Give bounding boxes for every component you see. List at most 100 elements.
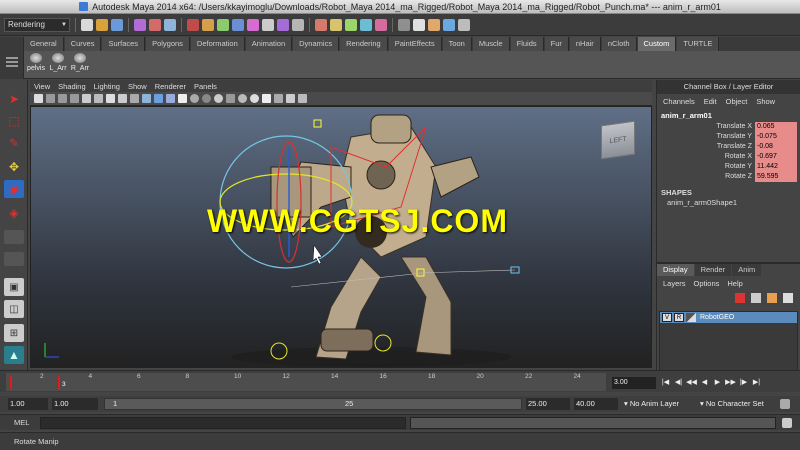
layer-color-swatch[interactable]: [686, 313, 696, 322]
select-hierarchy-icon[interactable]: [134, 18, 146, 31]
motion-blur-icon[interactable]: [226, 94, 235, 103]
time-slider-track[interactable]: 3 2 4 6 8 10 12 14 16 18 20 22 24: [6, 373, 606, 391]
two-d-pan-zoom-icon[interactable]: [70, 94, 79, 103]
mask-curves-icon[interactable]: [217, 18, 229, 31]
layer-menu-help[interactable]: Help: [727, 279, 742, 288]
tab-painteffects[interactable]: PaintEffects: [388, 37, 442, 51]
channel-value[interactable]: -0.08: [755, 142, 797, 152]
snap-grid-icon[interactable]: [315, 18, 327, 31]
new-layer-selected-icon[interactable]: [767, 293, 777, 303]
panel-menu-panels[interactable]: Panels: [194, 82, 217, 91]
layer-menu-options[interactable]: Options: [694, 279, 720, 288]
channel-value[interactable]: 11.442: [755, 162, 797, 172]
delete-layer-icon[interactable]: [735, 293, 745, 303]
tab-curves[interactable]: Curves: [64, 37, 102, 51]
channel-value[interactable]: -0.075: [755, 132, 797, 142]
panel-menu-show[interactable]: Show: [128, 82, 147, 91]
tab-render[interactable]: Render: [694, 264, 732, 276]
channel-value[interactable]: -0.697: [755, 152, 797, 162]
mask-joints-icon[interactable]: [202, 18, 214, 31]
menuset-dropdown[interactable]: Rendering ▼: [4, 17, 70, 32]
shape-node-name[interactable]: anim_r_arm0Shape1: [657, 198, 800, 207]
new-layer-icon[interactable]: [751, 293, 761, 303]
tab-fluids[interactable]: Fluids: [510, 37, 544, 51]
mask-rendering-icon[interactable]: [277, 18, 289, 31]
range-slider[interactable]: 1 25: [104, 398, 522, 410]
mask-dynamics-icon[interactable]: [262, 18, 274, 31]
film-gate-icon[interactable]: [106, 94, 115, 103]
resolution-gate-icon[interactable]: [118, 94, 127, 103]
command-language-toggle[interactable]: MEL: [0, 418, 40, 427]
grid-icon[interactable]: [94, 94, 103, 103]
panel-menu-view[interactable]: View: [34, 82, 50, 91]
layer-menu-layers[interactable]: Layers: [663, 279, 686, 288]
snap-view-plane-icon[interactable]: [360, 18, 372, 31]
select-tool-icon[interactable]: ➤: [4, 90, 24, 108]
tab-animation[interactable]: Animation: [245, 37, 293, 51]
channel-label[interactable]: Rotate Y: [657, 162, 755, 172]
robot-right-leg[interactable]: [400, 256, 452, 356]
channel-label[interactable]: Rotate X: [657, 152, 755, 162]
robot-left-knee[interactable]: [320, 328, 374, 352]
channel-menu-show[interactable]: Show: [756, 97, 775, 106]
shadows-icon[interactable]: [202, 94, 211, 103]
ik-handle-icon[interactable]: [313, 119, 322, 128]
gate-mask-icon[interactable]: [130, 94, 139, 103]
tab-general[interactable]: General: [24, 37, 64, 51]
script-editor-icon[interactable]: [782, 418, 792, 428]
tab-ncloth[interactable]: nCloth: [601, 37, 637, 51]
keyframe-marker[interactable]: [10, 376, 12, 390]
render-current-icon[interactable]: [428, 18, 440, 31]
shelf-item-r-arr[interactable]: R_Arr: [70, 53, 90, 77]
ipr-render-icon[interactable]: [443, 18, 455, 31]
camera-bookmark-icon[interactable]: [46, 94, 55, 103]
channel-label[interactable]: Translate Y: [657, 132, 755, 142]
play-forwards-icon[interactable]: ▶: [712, 377, 723, 388]
camera-attributes-icon[interactable]: [34, 94, 43, 103]
tab-polygons[interactable]: Polygons: [146, 37, 190, 51]
textured-icon[interactable]: [178, 94, 187, 103]
playback-start-field[interactable]: 1.00: [52, 398, 98, 410]
mask-handles-icon[interactable]: [187, 18, 199, 31]
wireframe-icon[interactable]: [142, 94, 151, 103]
select-component-icon[interactable]: [164, 18, 176, 31]
snap-point-icon[interactable]: [345, 18, 357, 31]
two-pane-layout-icon[interactable]: ◫: [4, 300, 24, 318]
mask-misc-icon[interactable]: [292, 18, 304, 31]
robot-left-arm[interactable]: [430, 156, 480, 198]
smooth-shade-icon[interactable]: [154, 94, 163, 103]
tab-rendering[interactable]: Rendering: [340, 37, 388, 51]
play-backwards-icon[interactable]: ◀: [699, 377, 710, 388]
tab-turtle[interactable]: TURTLE: [677, 37, 720, 51]
channel-menu-edit[interactable]: Edit: [704, 97, 717, 106]
channel-label[interactable]: Translate X: [657, 122, 755, 132]
mask-surfaces-icon[interactable]: [232, 18, 244, 31]
step-back-frame-icon[interactable]: ◀|: [673, 377, 684, 388]
ambient-occlusion-icon[interactable]: [214, 94, 223, 103]
mask-deformers-icon[interactable]: [247, 18, 259, 31]
layer-display-type-toggle[interactable]: R: [674, 313, 684, 322]
image-plane-icon[interactable]: [58, 94, 67, 103]
layer-row[interactable]: V R RobotGEO: [660, 312, 797, 323]
four-pane-layout-icon[interactable]: ⊞: [4, 324, 24, 342]
channel-label[interactable]: Translate Z: [657, 142, 755, 152]
current-frame-field[interactable]: 3.00: [612, 377, 656, 389]
depth-of-field-icon[interactable]: [250, 94, 259, 103]
single-pane-layout-icon[interactable]: ▣: [4, 278, 24, 296]
playback-end-field[interactable]: 25.00: [526, 398, 570, 410]
selected-node-name[interactable]: anim_r_arm01: [657, 109, 800, 122]
shelf-item-l-arr[interactable]: L_Arr: [48, 53, 68, 77]
shelf-item-pelvis[interactable]: pelvis: [26, 53, 46, 77]
tab-deformation[interactable]: Deformation: [190, 37, 245, 51]
perspective-viewport[interactable]: LEFT WWW.CGTSJ.COM persp: [30, 106, 652, 368]
use-all-lights-icon[interactable]: [190, 94, 199, 103]
tab-fur[interactable]: Fur: [544, 37, 569, 51]
lasso-tool-icon[interactable]: ⬚: [4, 112, 24, 130]
current-time-marker[interactable]: [58, 376, 60, 390]
panel-menu-lighting[interactable]: Lighting: [94, 82, 120, 91]
step-back-key-icon[interactable]: ◀◀: [686, 377, 697, 388]
select-object-icon[interactable]: [149, 18, 161, 31]
render-settings-icon[interactable]: [458, 18, 470, 31]
hypershade-layout-icon[interactable]: ▲: [4, 346, 24, 364]
xray-joints-icon[interactable]: [286, 94, 295, 103]
